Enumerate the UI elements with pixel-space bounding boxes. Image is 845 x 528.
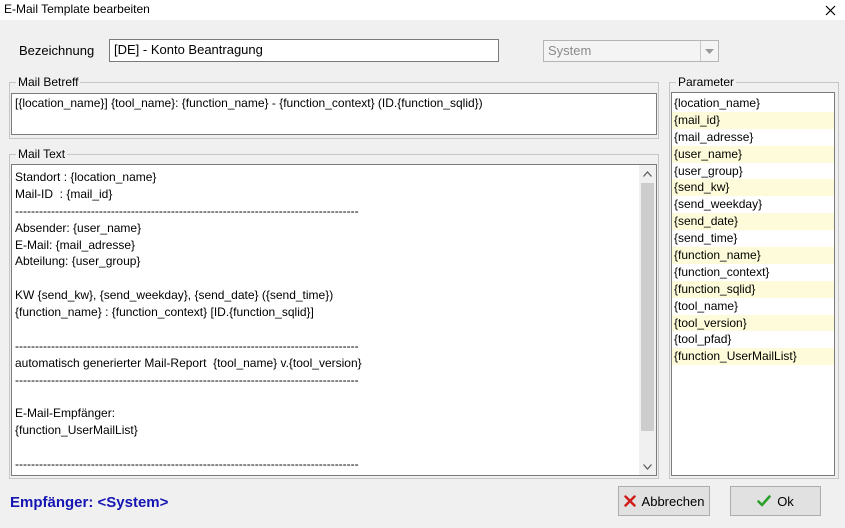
subject-group-label: Mail Betreff [16, 75, 81, 89]
chevron-down-icon [643, 463, 652, 470]
ok-button[interactable]: Ok [730, 486, 821, 516]
window-title: E-Mail Template bearbeiten [4, 2, 150, 16]
name-input[interactable]: [DE] - Konto Beantragung [109, 39, 499, 62]
scroll-up-button[interactable] [639, 165, 656, 182]
cancel-button[interactable]: Abbrechen [618, 486, 710, 516]
type-select[interactable]: System [543, 40, 719, 62]
parameter-group-label: Parameter [676, 75, 737, 89]
subject-input[interactable]: [{location_name}] {tool_name}: {function… [11, 93, 657, 135]
close-icon [825, 5, 835, 15]
mail-text-line: Standort : {location_name} [15, 170, 157, 184]
mail-text-line: ----------------------------------------… [15, 203, 359, 218]
title-bar: E-Mail Template bearbeiten [0, 0, 845, 20]
name-label: Bezeichnung [19, 43, 95, 58]
mail-text-line: KW {send_kw}, {send_weekday}, {send_date… [15, 288, 334, 303]
mail-text-line: ----------------------------------------… [15, 457, 359, 472]
x-icon [623, 495, 636, 507]
mail-text-scrollbar[interactable] [639, 165, 656, 475]
recipient-label: Empfänger: <System> [10, 494, 169, 511]
parameter-item[interactable]: {tool_version} [672, 314, 834, 332]
mail-text-line [15, 389, 635, 406]
subject-text: [{location_name}] {tool_name}: {function… [15, 96, 483, 110]
parameter-item[interactable]: {tool_pfad} [672, 331, 834, 348]
parameter-item[interactable]: {send_date} [672, 213, 834, 231]
mail-text-line: {function_name} : {function_context} [ID… [15, 305, 314, 320]
mail-text-line [15, 321, 635, 338]
mail-text-line: automatisch generierter Mail-Report {too… [15, 355, 362, 370]
parameter-item[interactable]: {mail_adresse} [672, 129, 834, 146]
parameter-item[interactable]: {tool_name} [672, 298, 834, 315]
parameter-item[interactable]: {send_weekday} [672, 196, 834, 213]
mail-text-line: Abteilung: {user_group} [15, 254, 141, 269]
parameter-item[interactable]: {send_kw} [672, 179, 834, 197]
mail-text-line: E-Mail-Empfänger: [15, 406, 116, 421]
chevron-up-icon [643, 170, 652, 177]
ok-button-label: Ok [777, 493, 794, 509]
parameter-list[interactable]: {location_name} {mail_id} {mail_adresse} {u… [671, 92, 835, 476]
close-button[interactable] [815, 0, 845, 20]
checkmark-icon [757, 495, 771, 507]
mail-text-line: E-Mail: {mail_adresse} [15, 237, 136, 252]
mail-text-content: Standort : {location_name} Mail-ID : {mai… [15, 169, 635, 473]
parameter-item[interactable]: {function_name} [672, 247, 834, 264]
scroll-thumb[interactable] [641, 183, 654, 431]
cancel-button-label: Abbrechen [641, 493, 705, 509]
mail-text-area[interactable]: Standort : {location_name} Mail-ID : {mai… [11, 164, 657, 476]
mail-text-line [15, 439, 635, 456]
scroll-down-button[interactable] [639, 458, 656, 475]
mail-text-line [15, 270, 635, 287]
parameter-item[interactable]: {function_context} [672, 264, 834, 281]
parameter-item[interactable]: {location_name} [672, 95, 834, 112]
parameter-item[interactable]: {mail_id} [672, 111, 834, 129]
mail-text-line: Absender: {user_name} [15, 220, 142, 235]
mail-text-group-label: Mail Text [16, 147, 68, 161]
parameter-item[interactable]: {user_name} [672, 145, 834, 163]
parameter-item[interactable]: {function_sqlid} [672, 280, 834, 298]
mail-text-line: ----------------------------------------… [15, 338, 359, 353]
mail-text-line: Mail-ID : {mail_id} [15, 186, 113, 201]
parameter-item[interactable]: {user_group} [672, 163, 834, 180]
parameter-item[interactable]: {function_UserMailList} [672, 348, 834, 366]
parameter-item[interactable]: {send_time} [672, 230, 834, 247]
type-select-value: System [548, 43, 592, 58]
mail-text-line: ----------------------------------------… [15, 372, 359, 387]
type-select-arrow[interactable] [700, 41, 718, 61]
chevron-down-icon [705, 48, 714, 54]
mail-text-line: {function_UserMailList} [15, 423, 138, 438]
